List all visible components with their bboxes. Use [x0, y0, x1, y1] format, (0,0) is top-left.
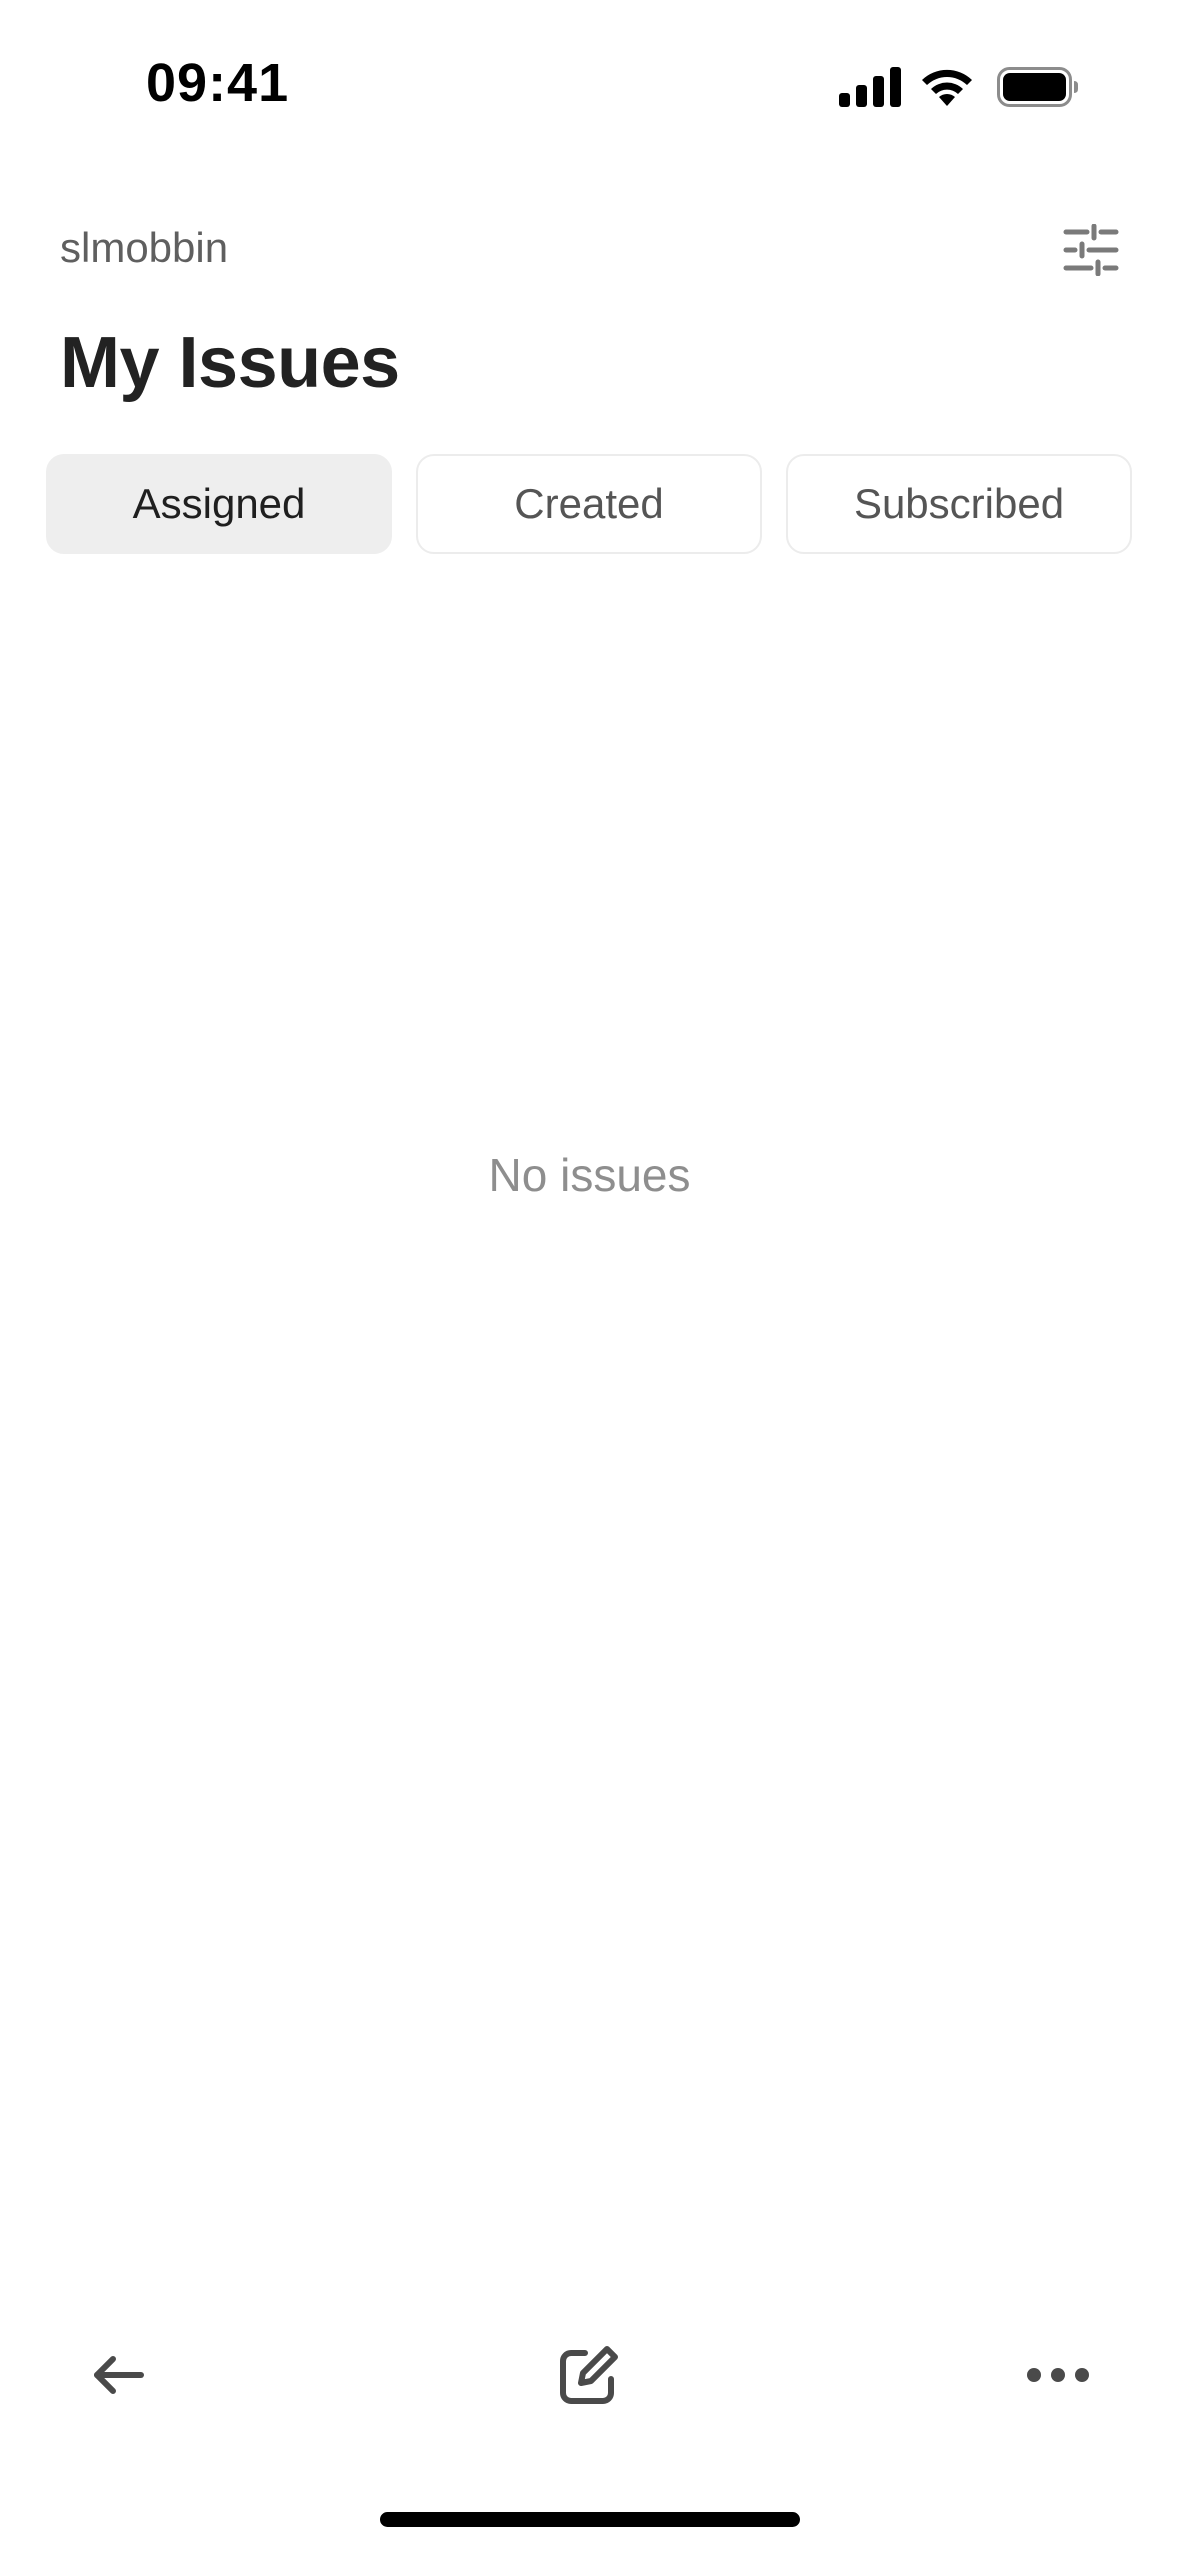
tab-subscribed[interactable]: Subscribed [786, 454, 1132, 554]
empty-state-message: No issues [488, 1149, 691, 1201]
status-bar: 09:41 [0, 0, 1179, 170]
more-button[interactable] [1003, 2320, 1113, 2430]
tab-created[interactable]: Created [416, 454, 762, 554]
back-arrow-icon [94, 2356, 144, 2394]
compose-button[interactable] [534, 2320, 644, 2430]
home-indicator [380, 2512, 800, 2527]
workspace-name[interactable]: slmobbin [60, 224, 228, 272]
filter-button[interactable] [1059, 218, 1123, 282]
more-icon [1027, 2368, 1089, 2382]
sliders-icon [1063, 224, 1119, 276]
battery-icon [997, 67, 1078, 107]
status-time: 09:41 [146, 53, 290, 113]
back-button[interactable] [64, 2320, 174, 2430]
bottom-toolbar [0, 2320, 1179, 2430]
status-icons [839, 62, 1079, 112]
signal-icon [839, 67, 901, 107]
page-title: My Issues [60, 323, 400, 403]
tab-assigned[interactable]: Assigned [46, 454, 392, 554]
compose-icon [560, 2346, 618, 2404]
issue-tabs: Assigned Created Subscribed [46, 454, 1132, 556]
wifi-icon [922, 69, 972, 106]
